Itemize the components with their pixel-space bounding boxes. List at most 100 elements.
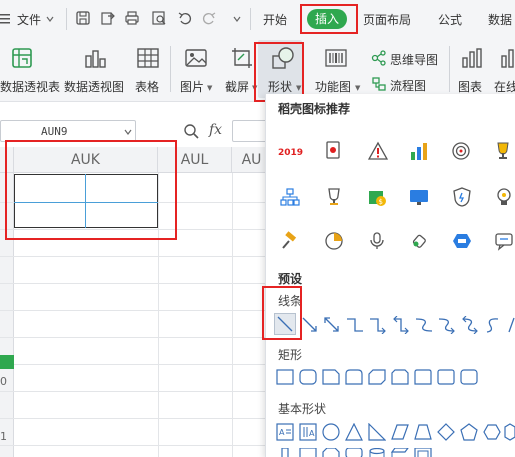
chart-icon[interactable] [460,46,484,70]
pentagon-shape-icon[interactable] [460,423,478,444]
freeform-curve-icon[interactable] [484,316,502,337]
chevron-down-icon[interactable] [123,126,133,140]
tab-home[interactable]: 开始 [263,11,287,28]
plain-rectangle-icon[interactable] [460,369,478,388]
award-cup-icon[interactable] [324,187,344,210]
table-icon[interactable] [136,46,160,70]
elbow-arrow-connector-icon[interactable] [369,316,387,337]
ellipse-shape-icon[interactable] [322,423,340,444]
diamond-shape-icon[interactable] [437,423,455,444]
warning-icon[interactable] [367,141,389,164]
redo-icon[interactable] [201,10,217,26]
org-chart-icon[interactable] [280,187,300,210]
ribbon-table-label[interactable]: 表格 [135,78,159,95]
image-icon[interactable] [184,46,208,70]
plaque-shape-icon[interactable] [345,447,363,457]
hamburger-icon[interactable] [0,13,10,25]
year-2019-icon[interactable]: 2019 [278,148,303,158]
ribbon-mindmap-label[interactable]: 思维导图 [390,51,438,68]
monitor-icon[interactable] [409,187,429,210]
curved-double-arrow-icon[interactable] [461,315,479,337]
trapezoid-shape-icon[interactable] [414,423,432,444]
snip-same-side-rectangle-icon[interactable] [391,369,409,388]
elbow-connector-icon[interactable] [346,316,364,337]
right-triangle-shape-icon[interactable] [368,422,387,444]
curved-arrow-connector-icon[interactable] [438,316,456,337]
hexagon-shape-icon[interactable] [483,423,501,444]
gridline [0,418,265,419]
file-menu[interactable]: 文件 [17,11,41,28]
double-arrow-line-icon[interactable] [323,316,341,337]
row-header-label[interactable]: 1 [0,430,7,443]
usb-key-icon[interactable] [409,231,429,254]
print-icon[interactable] [124,10,140,26]
bar-chart-icon[interactable] [409,141,429,164]
barcode-icon[interactable] [324,46,348,70]
ribbon-online-label[interactable]: 在线 [494,78,515,95]
dropdown-arrow-icon[interactable]: ▼ [355,84,360,92]
chevron-down-icon[interactable] [232,13,242,27]
name-box[interactable]: AUN9 [0,120,136,142]
ribbon-pivot-chart-label[interactable]: 数据透视图 [64,78,124,95]
curved-connector-icon[interactable] [415,316,433,337]
heptagon-shape-icon[interactable] [504,423,515,444]
save-icon[interactable] [75,10,91,26]
can-shape-icon[interactable] [368,447,386,457]
mindmap-icon[interactable] [371,50,387,69]
divider [449,46,450,92]
freeform-line-icon[interactable] [506,316,515,337]
pie-chart-icon[interactable] [324,231,344,254]
snip-diagonal-rectangle-icon[interactable] [368,369,386,388]
trophy-icon[interactable] [493,141,513,164]
print-preview-icon[interactable] [151,10,167,26]
cube-shape-icon[interactable] [390,447,410,457]
function-label[interactable]: fx [209,122,222,138]
ribbon-screenshot-label[interactable]: 截屏 [225,78,249,95]
hexagon-badge-icon[interactable] [452,231,472,254]
bevel-shape-icon[interactable] [414,447,432,457]
rounded-rectangle-shape-icon[interactable] [299,369,317,388]
flowchart-icon[interactable] [371,76,387,95]
screenshot-icon[interactable] [230,46,254,70]
undo-icon[interactable] [177,10,193,26]
round-corner-rectangle-icon[interactable] [345,369,363,388]
round-same-side-rectangle-icon[interactable] [414,369,432,388]
certificate-icon[interactable] [324,140,342,165]
ribbon-flowchart-label[interactable]: 流程图 [390,77,426,94]
triangle-shape-icon[interactable] [345,422,363,444]
pivot-chart-icon[interactable] [83,46,107,70]
shield-icon[interactable] [452,187,472,210]
round-diagonal-rectangle-icon[interactable] [437,369,455,388]
ribbon-function-chart-label[interactable]: 功能图 [315,78,351,95]
export-icon[interactable] [100,10,116,26]
frame-shape-icon[interactable] [299,447,317,457]
ribbon-pivot-table-label[interactable]: 数据透视表 [0,78,60,95]
ribbon-chart-label[interactable]: 图表 [458,78,482,95]
elbow-double-arrow-icon[interactable] [392,315,410,337]
gavel-icon[interactable] [280,231,300,254]
ribbon-image-label[interactable]: 图片 [180,78,204,95]
tab-formulas[interactable]: 公式 [438,11,462,28]
chat-bubble-icon[interactable] [494,231,514,254]
target-icon[interactable] [451,141,471,164]
dropdown-arrow-icon[interactable]: ▼ [207,84,212,92]
money-chart-icon[interactable]: $ [367,187,387,210]
text-box-shape-icon[interactable]: A [276,423,294,444]
lightbulb-icon[interactable] [494,187,514,210]
highlight-selection [5,140,177,240]
snip-corner-rectangle-icon[interactable] [322,369,340,388]
vertical-text-box-icon[interactable]: A [299,423,317,444]
chevron-down-icon[interactable] [45,13,55,27]
pivot-table-icon[interactable] [10,46,34,70]
microphone-icon[interactable] [367,231,387,254]
cross-shape-icon[interactable] [276,447,294,457]
online-chart-icon[interactable] [500,46,515,70]
arrow-line-icon[interactable] [301,316,319,337]
tab-page-layout[interactable]: 页面布局 [363,11,411,28]
tab-data[interactable]: 数据 [488,11,512,28]
zoom-icon[interactable] [183,123,199,142]
row-header-label[interactable]: 0 [0,375,7,388]
parallelogram-shape-icon[interactable] [391,423,409,444]
rectangle-shape-icon[interactable] [276,369,294,388]
octagon-shape-icon[interactable] [322,447,340,457]
